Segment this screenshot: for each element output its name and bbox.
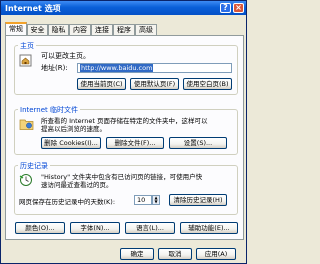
- internet-options-dialog: Internet 选项 ? × 常规 安全 隐私 内容 连接 程序 高级 主页 …: [0, 0, 247, 264]
- spin-down-icon[interactable]: ▼: [153, 200, 159, 204]
- tab-content[interactable]: 内容: [69, 24, 91, 35]
- use-default-button[interactable]: 使用默认页(F): [130, 78, 179, 90]
- delete-cookies-button[interactable]: 删除 Cookies(I)...: [41, 137, 101, 149]
- homepage-address-input[interactable]: http://www.baidu.com: [77, 63, 232, 73]
- tab-general[interactable]: 常规: [5, 22, 27, 35]
- temp-files-group-title: Internet 临时文件: [18, 105, 81, 115]
- homepage-icon: [19, 54, 32, 67]
- tab-privacy[interactable]: 隐私: [48, 24, 69, 35]
- accessibility-button[interactable]: 辅助功能(E)...: [180, 222, 238, 234]
- clear-history-button[interactable]: 清除历史记录(H): [169, 194, 227, 206]
- fonts-button[interactable]: 字体(N)...: [70, 222, 120, 234]
- help-button[interactable]: ?: [220, 3, 231, 13]
- tab-programs[interactable]: 程序: [113, 24, 135, 35]
- tab-advanced[interactable]: 高级: [135, 24, 157, 35]
- languages-button[interactable]: 语言(L)...: [125, 222, 175, 234]
- apply-button[interactable]: 应用(A): [196, 248, 236, 260]
- tab-connections[interactable]: 连接: [91, 24, 113, 35]
- history-description-line2: 速访问最近查看过的页。: [41, 181, 113, 189]
- ok-button[interactable]: 确定: [120, 248, 154, 260]
- homepage-group-title: 主页: [18, 41, 36, 51]
- window-title: Internet 选项: [5, 4, 61, 13]
- temp-files-folder-icon: [19, 119, 34, 130]
- close-button[interactable]: ×: [233, 3, 244, 13]
- history-days-input[interactable]: 10: [134, 195, 152, 205]
- colors-button[interactable]: 颜色(O)...: [15, 222, 65, 234]
- use-blank-button[interactable]: 使用空白页(B): [183, 78, 232, 90]
- homepage-description: 可以更改主页。: [41, 52, 90, 60]
- tab-panel-general: 主页 可以更改主页。 地址(R): http://www.baidu.com 使…: [5, 35, 244, 240]
- delete-files-button[interactable]: 删除文件(F)...: [106, 137, 164, 149]
- use-current-button[interactable]: 使用当前页(C): [77, 78, 126, 90]
- history-days-spinner[interactable]: ▲ ▼: [152, 195, 160, 205]
- tab-security[interactable]: 安全: [27, 24, 48, 35]
- cancel-button[interactable]: 取消: [158, 248, 192, 260]
- temp-files-settings-button[interactable]: 设置(S)...: [169, 137, 227, 149]
- history-icon: [19, 174, 32, 186]
- title-bar[interactable]: Internet 选项 ? ×: [1, 1, 246, 15]
- temp-files-description-line2: 提高以后浏览的速度。: [41, 125, 106, 133]
- history-group-title: 历史记录: [18, 161, 50, 171]
- history-days-label: 网页保存在历史记录中的天数(K):: [19, 198, 116, 206]
- homepage-address-value: http://www.baidu.com: [80, 64, 154, 72]
- address-label: 地址(R):: [41, 64, 68, 72]
